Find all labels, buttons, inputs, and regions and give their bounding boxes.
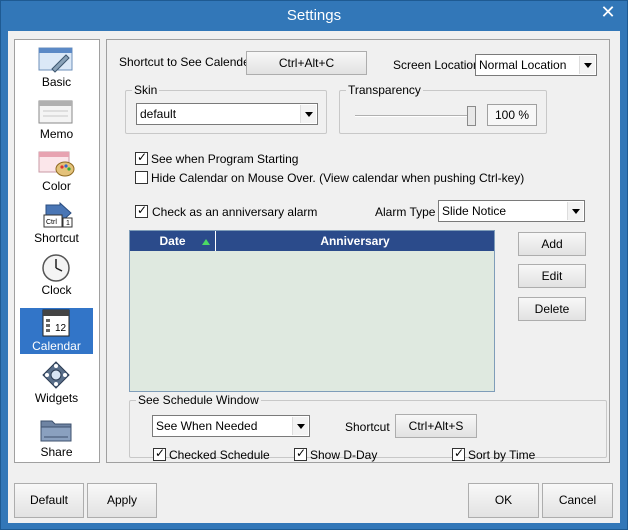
hide-on-mouse-over-checkbox[interactable]	[135, 171, 148, 184]
cancel-button[interactable]: Cancel	[542, 483, 613, 518]
sidebar-item-label: Color	[42, 179, 71, 193]
color-icon	[38, 149, 75, 178]
checked-schedule-label: Checked Schedule	[169, 448, 270, 462]
memo-icon	[38, 97, 75, 126]
anniversary-table[interactable]: Date Anniversary	[129, 230, 495, 392]
sidebar-item-color[interactable]: Color	[20, 148, 93, 194]
sidebar-item-label: Shortcut	[34, 231, 79, 245]
screen-location-value: Normal Location	[479, 58, 567, 72]
window-title: Settings	[286, 7, 342, 24]
anniversary-column-label: Anniversary	[320, 234, 390, 248]
show-dday-label: Show D-Day	[310, 448, 378, 462]
show-dday-checkbox[interactable]	[294, 446, 307, 461]
sidebar-item-shortcut[interactable]: Ctrl 1 Shortcut	[20, 200, 93, 246]
transparency-slider-thumb[interactable]	[467, 106, 476, 126]
sidebar-item-label: Calendar	[32, 339, 81, 353]
calendar-shortcut-button[interactable]: Ctrl+Alt+C	[246, 51, 367, 75]
calendar-icon: 12	[38, 309, 75, 338]
clock-icon	[38, 253, 75, 282]
apply-button[interactable]: Apply	[87, 483, 157, 518]
sort-ascending-icon	[202, 239, 210, 245]
sidebar-item-widgets[interactable]: Widgets	[20, 360, 93, 406]
default-button[interactable]: Default	[14, 483, 84, 518]
sidebar-item-share[interactable]: Share	[20, 414, 93, 460]
close-button[interactable]: ✕	[595, 1, 621, 23]
see-when-starting-label: See when Program Starting	[151, 152, 299, 166]
dialog-body: Basic Memo Color Ctrl 1 Shortcut Clock 1…	[8, 31, 620, 523]
anniversary-column-header[interactable]: Anniversary	[216, 231, 494, 251]
chevron-down-icon	[292, 417, 308, 435]
sidebar-item-clock[interactable]: Clock	[20, 252, 93, 298]
shortcut-label: Shortcut to See Calender	[119, 55, 254, 69]
see-when-starting-checkbox[interactable]	[135, 150, 148, 165]
add-button[interactable]: Add	[518, 232, 586, 256]
share-icon	[38, 415, 75, 444]
schedule-mode-value: See When Needed	[156, 419, 258, 433]
sort-by-time-checkbox[interactable]	[452, 446, 465, 461]
sidebar-item-label: Memo	[39, 127, 74, 141]
transparency-value: 100 %	[487, 104, 537, 126]
svg-text:12: 12	[55, 323, 67, 334]
chevron-down-icon	[300, 105, 316, 123]
sidebar-item-memo[interactable]: Memo	[20, 96, 93, 142]
skin-select[interactable]: default	[136, 103, 318, 125]
edit-button[interactable]: Edit	[518, 264, 586, 288]
checked-schedule-checkbox[interactable]	[153, 446, 166, 461]
hide-on-mouse-over-label: Hide Calendar on Mouse Over. (View calen…	[151, 171, 525, 185]
settings-window: Settings ✕ Basic Memo Color Ctrl 1 Short…	[0, 0, 628, 530]
svg-text:Ctrl: Ctrl	[46, 219, 57, 226]
sidebar-item-label: Clock	[41, 283, 72, 297]
sidebar-item-label: Share	[40, 445, 73, 459]
sidebar-item-basic[interactable]: Basic	[20, 44, 93, 90]
anniversary-alarm-label: Check as an anniversary alarm	[152, 205, 318, 219]
svg-text:1: 1	[66, 220, 70, 227]
chevron-down-icon	[567, 202, 583, 220]
sidebar-item-calendar[interactable]: 12 Calendar	[20, 308, 93, 354]
sidebar-item-label: Basic	[41, 75, 72, 89]
transparency-slider-track[interactable]	[355, 115, 475, 117]
chevron-down-icon	[579, 56, 595, 74]
schedule-shortcut-button[interactable]: Ctrl+Alt+S	[395, 414, 477, 438]
shortcut-icon: Ctrl 1	[38, 201, 75, 230]
schedule-shortcut-label: Shortcut	[345, 420, 390, 434]
anniversary-alarm-checkbox[interactable]	[135, 203, 148, 218]
alarm-type-select[interactable]: Slide Notice	[438, 200, 585, 222]
date-column-label: Date	[159, 234, 186, 248]
schedule-group-label: See Schedule Window	[136, 393, 261, 407]
skin-value: default	[140, 107, 177, 121]
alarm-type-value: Slide Notice	[442, 204, 507, 218]
alarm-type-label: Alarm Type	[375, 205, 436, 219]
screen-location-label: Screen Location	[393, 58, 480, 72]
transparency-label: Transparency	[346, 83, 423, 97]
category-sidebar: Basic Memo Color Ctrl 1 Shortcut Clock 1…	[14, 39, 100, 463]
sort-by-time-label: Sort by Time	[468, 448, 536, 462]
basic-icon	[38, 45, 75, 74]
screen-location-select[interactable]: Normal Location	[475, 54, 597, 76]
ok-button[interactable]: OK	[468, 483, 539, 518]
delete-button[interactable]: Delete	[518, 297, 586, 321]
schedule-mode-select[interactable]: See When Needed	[152, 415, 310, 437]
sidebar-item-label: Widgets	[34, 391, 79, 405]
widgets-icon	[38, 361, 75, 390]
calendar-settings-panel: Shortcut to See Calender Ctrl+Alt+C Scre…	[106, 39, 610, 463]
skin-label: Skin	[132, 83, 160, 97]
table-header: Date Anniversary	[130, 231, 494, 251]
title-bar[interactable]: Settings	[1, 1, 627, 31]
